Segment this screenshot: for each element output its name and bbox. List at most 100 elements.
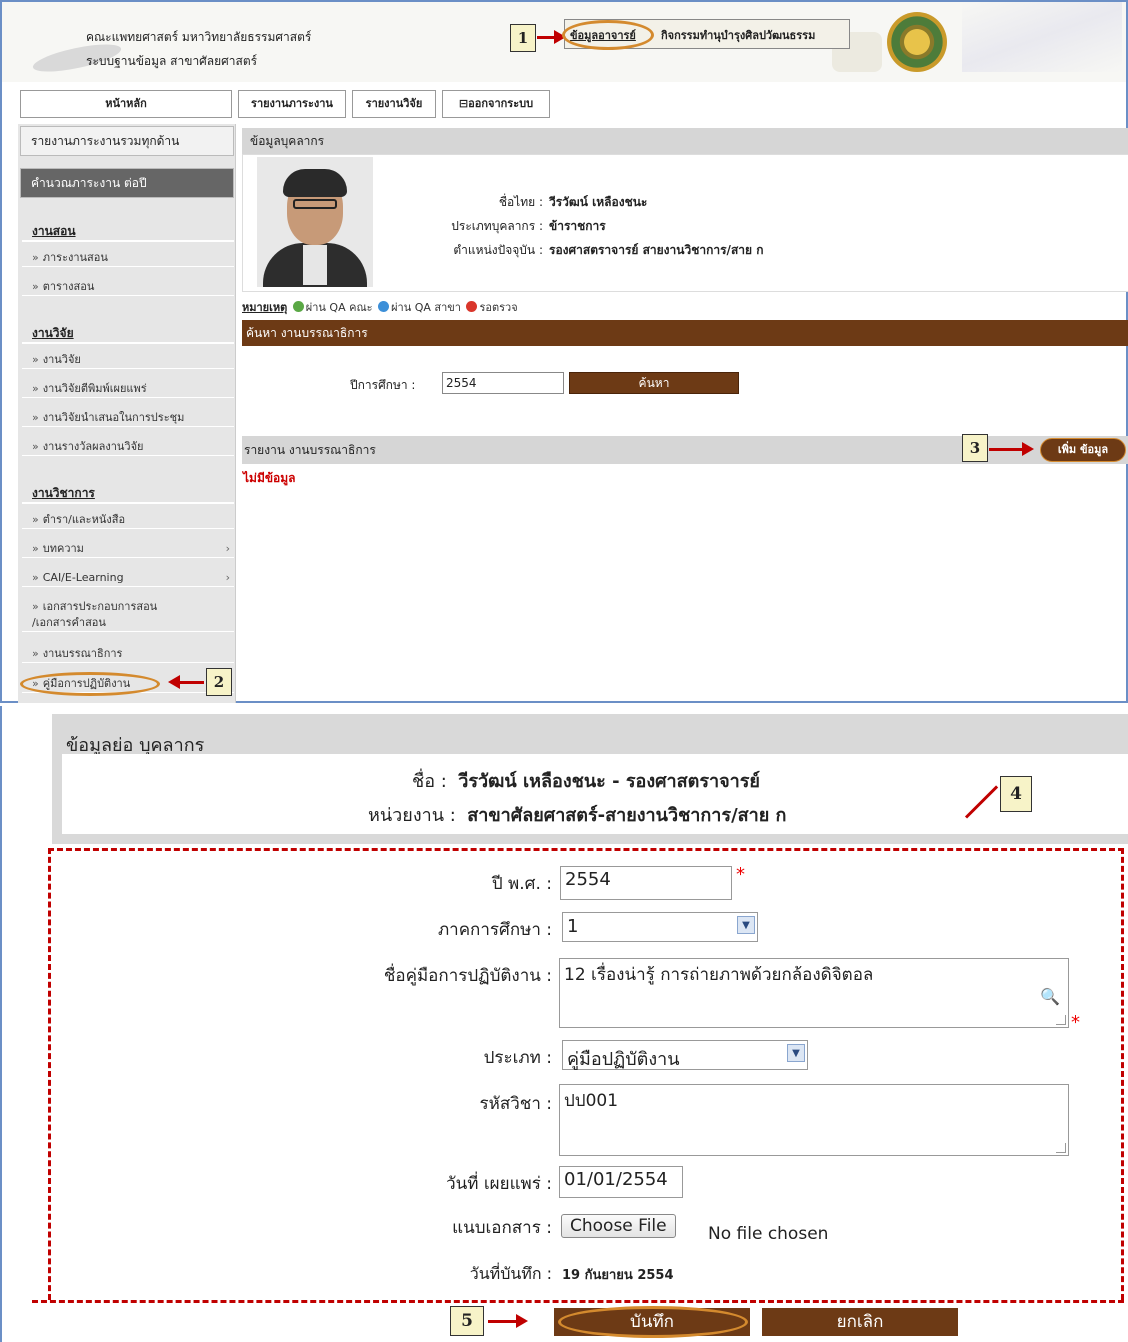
sidebar-item-label: CAI/E-Learning [42, 571, 124, 584]
chevron-down-icon: ▼ [787, 1044, 805, 1062]
highlight-oval [558, 1306, 748, 1338]
manual-name-value: 12 เรื่องน่ารู้ การถ่ายภาพด้วยกล้องดิจิต… [564, 965, 874, 985]
double-chevron-icon: » [32, 353, 39, 366]
year-label: ปี พ.ศ. : [491, 874, 552, 894]
course-code-textarea[interactable]: ปป001 [559, 1084, 1069, 1156]
search-year-label: ปีการศึกษา : [350, 378, 416, 392]
sidebar-item-label: งานวิจัยตีพิมพ์เผยแพร่ [42, 382, 147, 395]
required-mark: * [736, 864, 745, 885]
sidebar-item-label: บทความ [42, 542, 84, 555]
term-select[interactable]: 1 ▼ [562, 912, 758, 942]
profile-position-value: รองศาสตราจารย์ สายงานวิชาการ/สาย ก [549, 243, 764, 257]
sidebar-item-label: งานรางวัลผลงานวิจัย [42, 440, 144, 453]
callout-3: 3 [962, 434, 988, 462]
logout-label: ออกจากระบบ [468, 97, 534, 110]
highlight-oval [20, 672, 160, 696]
sidebar-item-teach-load[interactable]: » ภาระงานสอน [22, 250, 234, 267]
publish-date-input[interactable]: 01/01/2554 [559, 1166, 683, 1198]
manual-name-textarea[interactable]: 12 เรื่องน่ารู้ การถ่ายภาพด้วยกล้องดิจิต… [559, 958, 1069, 1028]
divider [22, 342, 234, 344]
profile-name-value: วีรวัฒน์ เหลืองชนะ [549, 195, 648, 209]
sidebar-calc-workload[interactable]: คำนวณภาระงาน ต่อปี [20, 168, 234, 198]
double-chevron-icon: » [32, 513, 39, 526]
nav-research-report[interactable]: รายงานวิจัย [352, 90, 436, 118]
callout-5-arrow [488, 1320, 518, 1323]
callout-2-arrow [178, 681, 204, 684]
divider [22, 502, 234, 504]
callout-4: 4 [1000, 776, 1032, 812]
double-chevron-icon: » [32, 382, 39, 395]
publish-date-label: วันที่ เผยแพร่ : [446, 1174, 552, 1194]
sidebar-item-research-presented[interactable]: » งานวิจัยนำเสนอในการประชุม [22, 410, 234, 427]
no-data-text: ไม่มีข้อมูล [243, 471, 296, 485]
year-input[interactable]: 2554 [560, 866, 732, 900]
resize-handle-icon[interactable] [1056, 1015, 1066, 1025]
sidebar-all-report[interactable]: รายงานภาระงานรวมทุกด้าน [20, 126, 234, 156]
double-chevron-icon: » [32, 600, 39, 613]
add-data-button[interactable]: เพิ่ม ข้อมูล [1040, 438, 1126, 462]
saved-date-label: วันที่บันทึก : [469, 1264, 552, 1283]
profile-type-row: ประเภทบุคลากร : [243, 217, 543, 233]
sidebar-item-teaching-docs[interactable]: » เอกสารประกอบการสอน/เอกสารคำสอน [22, 599, 234, 632]
profile-name-row: ชื่อไทย : [243, 193, 543, 209]
profile-name-label: ชื่อไทย : [498, 195, 543, 209]
sidebar-research-heading[interactable]: งานวิจัย [32, 324, 74, 343]
nav-logout[interactable]: ⊟ออกจากระบบ [442, 90, 550, 118]
sidebar-teach-heading[interactable]: งานสอน [32, 222, 76, 241]
sidebar: รายงานภาระงานรวมทุกด้าน คำนวณภาระงาน ต่อ… [18, 124, 236, 703]
chevron-right-icon: › [225, 571, 230, 584]
double-chevron-icon: » [32, 647, 39, 660]
term-label: ภาคการศึกษา : [437, 920, 552, 940]
alert-red-icon [466, 301, 478, 312]
saved-date-value: 19 กันยายน 2554 [562, 1268, 674, 1283]
nav-workload-report[interactable]: รายงานภาระงาน [238, 90, 346, 118]
nav-home[interactable]: หน้าหลัก [20, 90, 232, 118]
logout-icon: ⊟ [458, 97, 469, 110]
search-year-input[interactable]: 2554 [442, 372, 564, 394]
type-label: ประเภท : [483, 1048, 552, 1068]
double-chevron-icon: » [32, 542, 39, 555]
sidebar-item-label: งานบรรณาธิการ [42, 647, 123, 660]
sidebar-item-research-published[interactable]: » งานวิจัยตีพิมพ์เผยแพร่ [22, 381, 234, 398]
course-code-value: ปป001 [564, 1091, 619, 1111]
sidebar-item-label: เอกสารประกอบการสอน [42, 600, 158, 613]
search-icon[interactable]: 🔍 [1040, 987, 1060, 1006]
sidebar-item-label: ภาระงานสอน [42, 251, 108, 264]
sidebar-item-label: งานวิจัย [42, 353, 81, 366]
term-select-value: 1 [567, 916, 579, 937]
summary-name-label: ชื่อ : [412, 771, 447, 792]
summary-name-value: วีรวัฒน์ เหลืองชนะ - รองศาสตราจารย์ [458, 771, 760, 792]
menu-culture[interactable]: กิจกรรมทำนุบำรุงศิลปวัฒนธรรม [661, 26, 815, 44]
sidebar-item-editorial[interactable]: » งานบรรณาธิการ [22, 646, 234, 663]
sidebar-academic-heading[interactable]: งานวิชาการ [32, 484, 95, 503]
type-select[interactable]: คู่มือปฏิบัติงาน ▼ [562, 1040, 808, 1070]
search-bar-header: ค้นหา งานบรรณาธิการ [242, 320, 1128, 346]
divider [22, 240, 234, 242]
choose-file-button[interactable]: Choose File [561, 1214, 676, 1238]
chevron-down-icon: ▼ [737, 916, 755, 934]
profile-type-value: ข้าราชการ [549, 219, 606, 233]
summary-unit-value: สาขาศัลยศาสตร์-สายงานวิชาการ/สาย ก [467, 805, 787, 826]
profile-card: ชื่อไทย : วีรวัฒน์ เหลืองชนะ ประเภทบุคลา… [242, 154, 1128, 292]
resize-handle-icon[interactable] [1056, 1143, 1066, 1153]
profile-type-label: ประเภทบุคลากร : [451, 219, 543, 233]
faculty-title: คณะแพทยศาสตร์ มหาวิทยาลัยธรรมศาสตร์ [86, 30, 312, 44]
sidebar-item-articles[interactable]: » บทความ › [22, 541, 234, 558]
double-chevron-icon: » [32, 251, 39, 264]
callout-3-arrow [989, 448, 1023, 451]
search-button[interactable]: ค้นหา [569, 372, 739, 394]
blossom-decoration [962, 2, 1122, 72]
sidebar-item-cai[interactable]: » CAI/E-Learning › [22, 570, 234, 587]
callout-2: 2 [206, 668, 232, 696]
sidebar-item-research[interactable]: » งานวิจัย [22, 352, 234, 369]
double-chevron-icon: » [32, 440, 39, 453]
type-select-value: คู่มือปฏิบัติงาน [567, 1049, 680, 1070]
double-chevron-icon: » [32, 280, 39, 293]
legend-pass-branch: ผ่าน QA สาขา [391, 301, 461, 314]
sidebar-item-textbooks[interactable]: » ตำรา/และหนังสือ [22, 512, 234, 529]
sidebar-item-timetable[interactable]: » ตารางสอน [22, 279, 234, 296]
legend-pending: รอตรวจ [479, 301, 518, 314]
cancel-button[interactable]: ยกเลิก [762, 1308, 958, 1336]
sidebar-item-research-awards[interactable]: » งานรางวัลผลงานวิจัย [22, 439, 234, 456]
check-green-icon [292, 301, 304, 312]
